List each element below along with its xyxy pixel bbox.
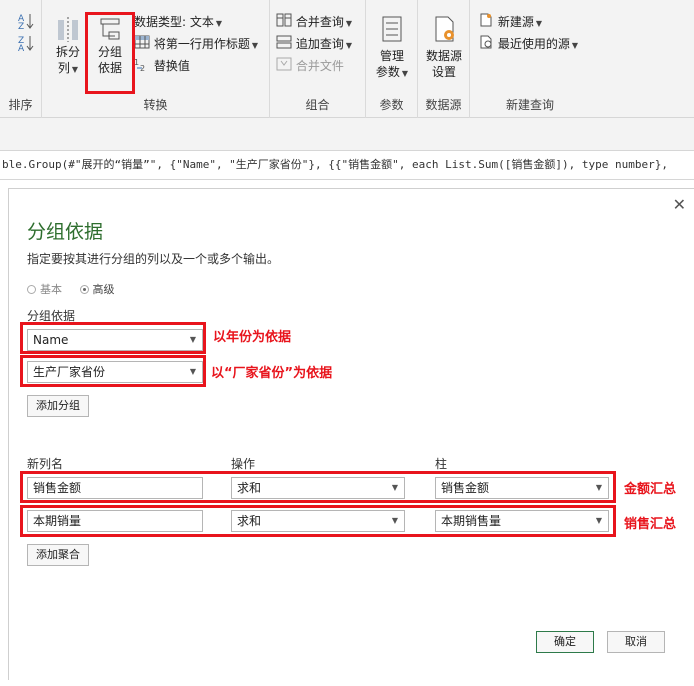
new-source-label: 新建源 [497,15,534,29]
first-row-header-label: 将第一行用作标题 [153,37,250,51]
merge-icon [276,13,292,33]
merge-queries-button[interactable]: 合并查询 ▼ [276,12,352,32]
groupby-2-highlight [20,355,206,387]
split-column-label-2: 列 [57,61,70,75]
formula-bar[interactable]: ble.Group(#"展开的“销量”", {"Name", "生产厂家省份"}… [0,150,694,180]
ribbon-spacer [0,118,694,150]
ribbon: AZ ZA 排序 拆分 列 ▼ 分组 依据 数据类型: 文本 ▼ 将第一行用作标题 ▼ [0,0,694,118]
replace-values-icon: 12 [134,57,150,77]
note-by-year: 以年份为依据 [213,330,292,345]
radio-advanced-dot [79,285,89,294]
recent-sources-button[interactable]: 最近使用的源 ▼ [478,34,578,54]
replace-values-button[interactable]: 12 替换值 [134,56,190,76]
manage-params-label-2: 参数 [375,65,400,79]
datasource-group: 数据源 设置 数据源 [418,0,470,118]
datasource-settings-icon [422,14,466,48]
replace-values-label: 替换值 [153,59,190,73]
split-column-icon [50,14,86,44]
table-header-icon [134,35,150,55]
recent-sources-icon [478,35,494,55]
split-column-label: 拆分 [55,45,80,59]
col-header-operation: 操作 [231,457,256,471]
newquery-group: 新建源 ▼ 最近使用的源 ▼ 新建查询 [470,0,590,118]
group-by-dialog: ✕ 分组依据 指定要按其进行分组的列以及一个或多个输出。 基本 高级 分组依据 … [8,188,694,680]
append-icon [276,35,292,55]
groupby-1-highlight [20,322,206,354]
combine-files-label: 合并文件 [295,59,344,73]
svg-text:Z: Z [18,22,24,30]
sort-group-label: 排序 [8,98,33,112]
manage-params-label: 管理 [379,49,404,63]
params-group-label: 参数 [379,98,404,112]
transform-group: 拆分 列 ▼ 分组 依据 数据类型: 文本 ▼ 将第一行用作标题 ▼ 12 替换值 转… [42,0,270,118]
sort-descending-icon[interactable]: ZA [16,34,36,54]
dialog-subtitle: 指定要按其进行分组的列以及一个或多个输出。 [27,252,280,266]
dialog-title: 分组依据 [27,221,104,243]
note-sales-total: 销售汇总 [624,517,677,532]
mode-radio-group: 基本 高级 [27,281,129,297]
new-source-icon [478,13,494,33]
datasource-group-label: 数据源 [425,98,462,112]
add-group-button[interactable]: 添加分组 [27,395,89,417]
data-type-button[interactable]: 数据类型: 文本 ▼ [134,12,222,32]
sort-ascending-icon[interactable]: AZ [16,12,36,32]
split-column-button[interactable]: 拆分 列 ▼ [50,14,86,78]
close-icon[interactable]: ✕ [673,195,686,214]
params-group: 管理 参数 ▼ 参数 [366,0,418,118]
new-source-button[interactable]: 新建源 ▼ [478,12,542,32]
combine-files-button[interactable]: 合并文件 [276,56,344,76]
combine-group-label: 组合 [305,98,330,112]
radio-basic-dot [27,285,36,294]
add-aggregation-button[interactable]: 添加聚合 [27,544,89,566]
recent-sources-label: 最近使用的源 [497,37,570,51]
merge-queries-label: 合并查询 [295,15,344,29]
datasource-settings-label-2: 设置 [431,65,456,79]
append-queries-label: 追加查询 [295,37,344,51]
note-by-province: 以“厂家省份”为依据 [211,366,333,381]
radio-advanced-label: 高级 [92,283,115,296]
row1-highlight [20,471,616,503]
group-by-highlight [85,12,135,94]
manage-params-button[interactable]: 管理 参数 ▼ [372,14,412,82]
radio-basic[interactable]: 基本 [27,281,62,297]
combine-files-icon [276,57,292,77]
data-type-label: 数据类型: 文本 [134,15,214,29]
transform-group-label: 转换 [143,98,168,112]
cancel-button[interactable]: 取消 [607,631,665,653]
datasource-settings-label: 数据源 [425,49,462,63]
note-amount-total: 金额汇总 [624,482,677,497]
ok-button[interactable]: 确定 [536,631,594,653]
combine-group: 合并查询 ▼ 追加查询 ▼ 合并文件 组合 [270,0,366,118]
first-row-header-button[interactable]: 将第一行用作标题 ▼ [134,34,258,54]
sort-group: AZ ZA 排序 [0,0,42,118]
row2-highlight [20,505,616,537]
radio-basic-label: 基本 [40,283,62,296]
col-header-newname: 新列名 [27,457,64,471]
col-header-column: 柱 [435,457,448,471]
parameters-icon [372,14,412,48]
svg-text:A: A [18,44,25,52]
append-queries-button[interactable]: 追加查询 ▼ [276,34,352,54]
newquery-group-label: 新建查询 [505,98,554,112]
radio-advanced[interactable]: 高级 [79,281,115,297]
datasource-settings-button[interactable]: 数据源 设置 [422,14,466,80]
